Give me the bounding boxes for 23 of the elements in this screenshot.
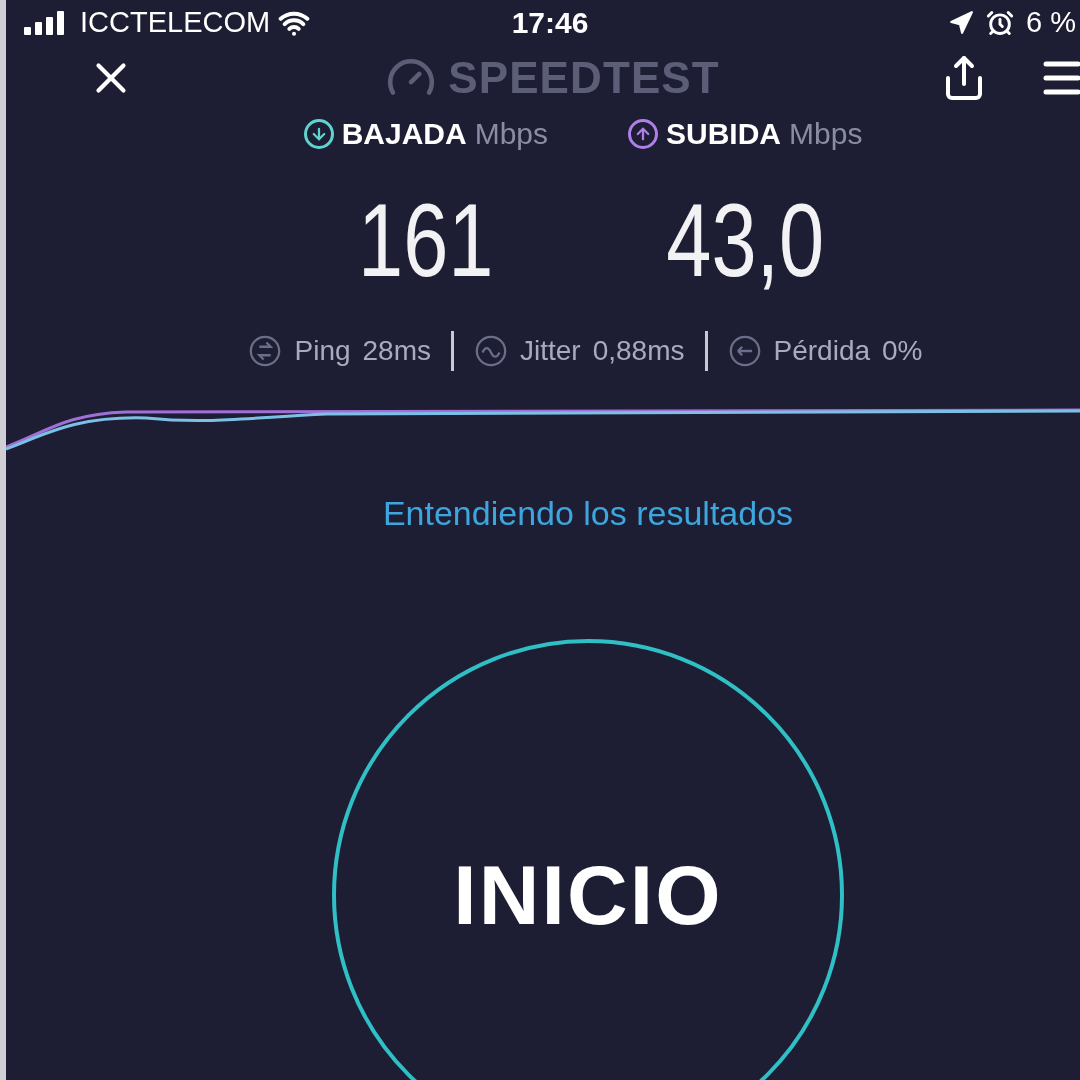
start-button[interactable]: INICIO <box>332 639 844 1080</box>
unit-label: Mbps <box>789 116 863 152</box>
result-label: BAJADA <box>341 116 467 152</box>
jitter-icon <box>474 334 508 368</box>
result-value: 43,0 <box>666 188 825 292</box>
alarm-icon <box>986 8 1014 37</box>
stat-label: Jitter <box>520 334 581 368</box>
results-link[interactable]: Entendiendo los resultados <box>292 488 794 539</box>
result-label: SUBIDA <box>666 116 781 152</box>
location-icon <box>948 9 974 36</box>
stat-value: 28ms <box>362 334 431 368</box>
app-title: SPEEDTEST <box>448 52 720 104</box>
clock-time: 17:46 <box>510 5 590 41</box>
stat-value: 0,88ms <box>592 334 685 368</box>
result-value: 161 <box>358 188 494 292</box>
loss-icon <box>727 334 762 368</box>
carrier-name: ICCTELECOM <box>80 4 271 40</box>
battery-percent: 6 % <box>1026 4 1076 40</box>
stat-label: Ping <box>294 334 351 368</box>
stat-label: Pérdida <box>773 334 871 368</box>
unit-label: Mbps <box>474 116 548 152</box>
stat-value: 0% <box>882 334 923 368</box>
ping-icon <box>248 334 283 368</box>
